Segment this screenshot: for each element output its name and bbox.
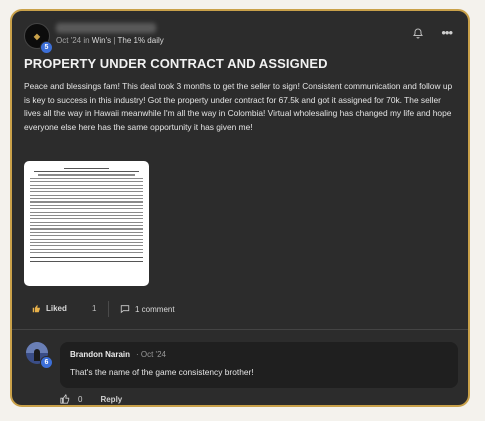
section-divider: [12, 329, 468, 330]
like-button[interactable]: Liked: [32, 304, 67, 313]
comment-button[interactable]: 1 comment: [120, 304, 175, 314]
post-card: ◆ 5 Oct '24 in Win's | The 1% daily ••• …: [10, 9, 470, 407]
meta-in: in: [83, 36, 90, 45]
thumbs-up-icon: [32, 304, 40, 313]
actions-divider: [108, 301, 109, 317]
post-meta: Oct '24 in Win's | The 1% daily: [56, 36, 164, 45]
comment-count-label: 1 comment: [135, 304, 175, 314]
author-level-badge: 5: [40, 41, 53, 54]
comment-icon: [120, 305, 130, 314]
post-date: Oct '24: [56, 36, 82, 45]
like-count[interactable]: 1: [92, 304, 96, 313]
commenter-level-badge: 6: [40, 356, 53, 369]
comment-date: · Oct '24: [136, 350, 166, 359]
meta-separator: |: [113, 36, 116, 45]
post-actions: Liked 1 1 comment: [24, 301, 324, 319]
like-label: Liked: [46, 304, 67, 313]
more-options-icon[interactable]: •••: [441, 25, 453, 40]
comment-bubble: Brandon Narain · Oct '24 That's the name…: [60, 342, 458, 388]
post-title: PROPERTY UNDER CONTRACT AND ASSIGNED: [24, 56, 328, 71]
comment-text: That's the name of the game consistency …: [70, 367, 254, 377]
bell-icon[interactable]: [412, 27, 424, 40]
post-body: Peace and blessings fam! This deal took …: [24, 81, 453, 132]
commenter-name[interactable]: Brandon Narain: [70, 350, 130, 359]
thumbs-up-icon[interactable]: [60, 394, 70, 404]
post-header: ◆ 5 Oct '24 in Win's | The 1% daily •••: [24, 23, 456, 55]
avatar-logo: ◆: [33, 31, 41, 41]
comment-actions: 0 Reply: [60, 394, 122, 404]
group-link[interactable]: Win's: [92, 36, 111, 45]
author-name-redacted: [56, 23, 156, 33]
reply-button[interactable]: Reply: [100, 395, 122, 404]
category-link[interactable]: The 1% daily: [118, 36, 164, 45]
comment-like-count: 0: [78, 394, 83, 404]
contract-image-attachment[interactable]: [24, 161, 149, 286]
